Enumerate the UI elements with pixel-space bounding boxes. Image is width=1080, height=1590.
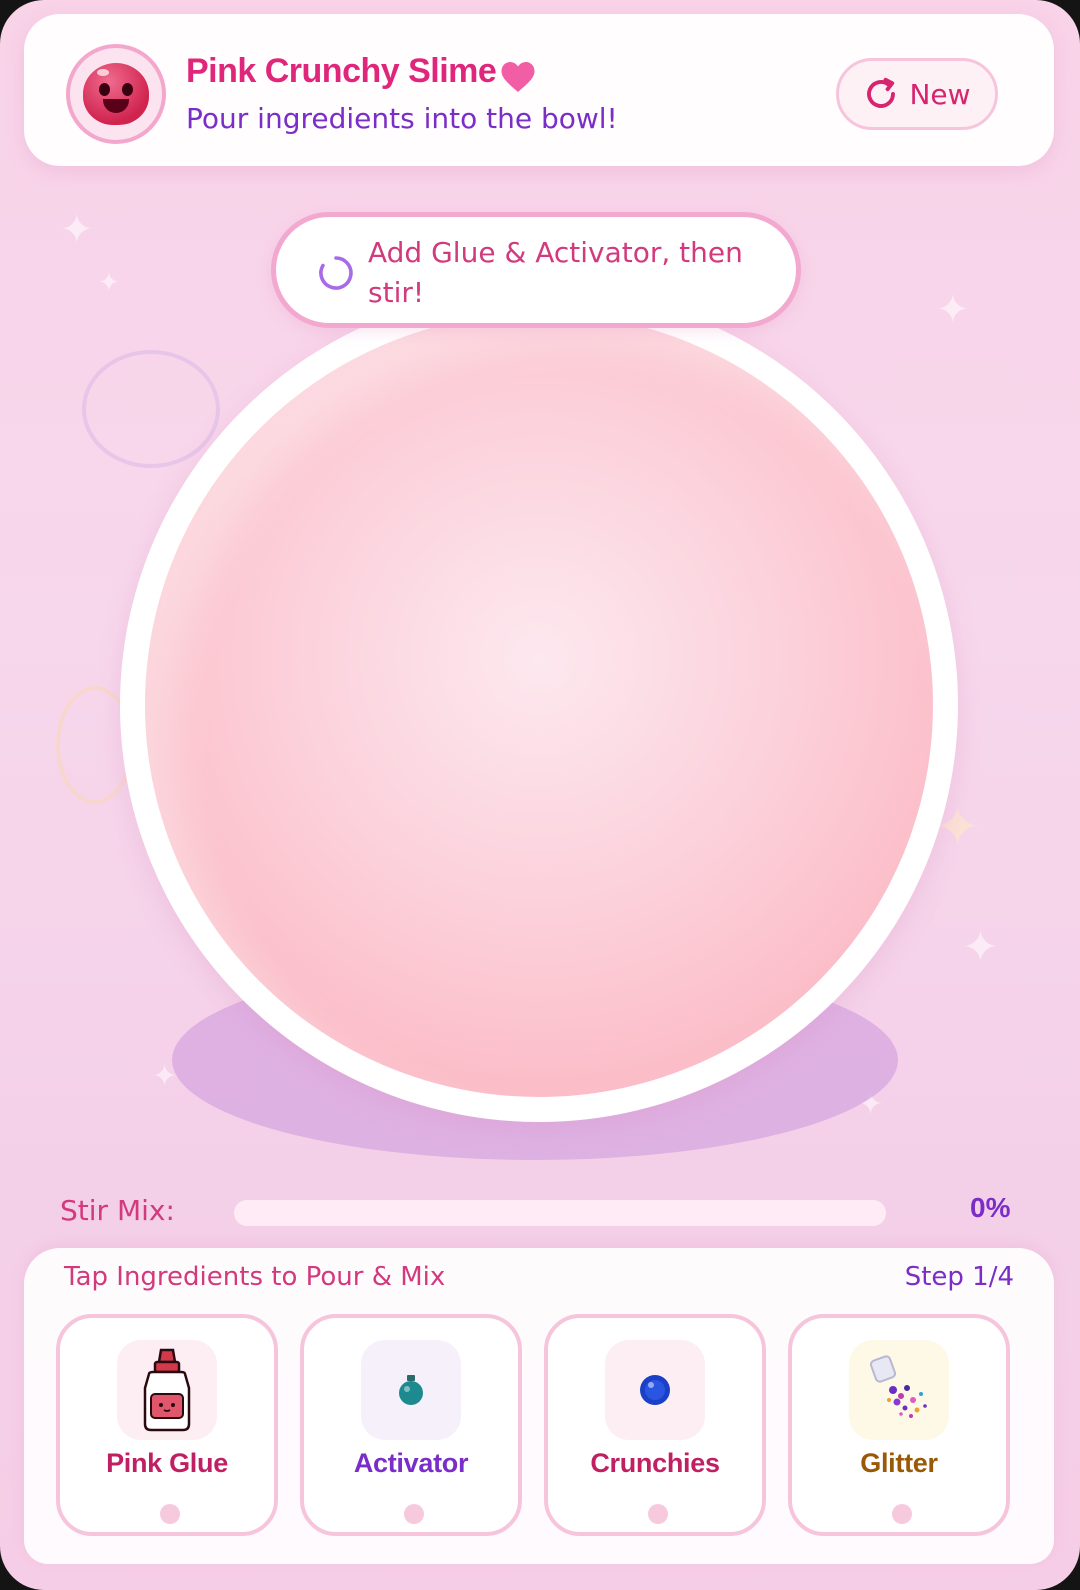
instruction-subtitle: Pour ingredients into the bowl!	[186, 102, 618, 135]
header-card: Pink Crunchy Slime Pour ingredients into…	[24, 14, 1054, 166]
new-button-label: New	[909, 77, 971, 111]
ingredient-status-dot	[648, 1504, 668, 1524]
bowl-contents[interactable]	[145, 313, 933, 1097]
ingredient-status-dot	[160, 1504, 180, 1524]
ingredient-card-crunchies[interactable]: Crunchies	[544, 1314, 766, 1536]
step-indicator: Step 1/4	[904, 1262, 1014, 1292]
hint-banner: Add Glue & Activator, then stir!	[271, 212, 801, 328]
ingredient-card-pink-glue[interactable]: Pink Glue	[56, 1314, 278, 1536]
slime-face-icon	[83, 63, 149, 125]
glue-bottle-icon	[143, 1348, 191, 1432]
ingredient-label: Crunchies	[590, 1448, 720, 1478]
new-recipe-button[interactable]: New	[836, 58, 998, 130]
ingredient-icon-box	[117, 1340, 217, 1440]
ingredient-icon-box	[605, 1340, 705, 1440]
recipe-title: Pink Crunchy Slime	[186, 52, 497, 90]
ingredients-panel: Tap Ingredients to Pour & Mix Step 1/4 P…	[24, 1248, 1054, 1564]
ingredient-card-activator[interactable]: Activator	[300, 1314, 522, 1536]
ingredient-status-dot	[892, 1504, 912, 1524]
spinner-icon	[319, 256, 353, 290]
heart-outline-icon	[82, 350, 220, 468]
panel-title: Tap Ingredients to Pour & Mix	[64, 1262, 446, 1292]
ingredient-label: Activator	[353, 1448, 469, 1478]
sparkle-icon: ✦	[60, 207, 94, 253]
hint-text: Add Glue & Activator, then stir!	[368, 236, 743, 309]
heart-icon	[501, 62, 535, 92]
glitter-jar-icon	[869, 1355, 927, 1418]
ingredient-status-dot	[404, 1504, 424, 1524]
ingredient-icon-box	[361, 1340, 461, 1440]
sparkle-icon: ✦	[98, 268, 120, 298]
stir-progress-bar	[234, 1200, 886, 1226]
stir-percent: 0%	[970, 1192, 1011, 1223]
ingredient-icon-box	[849, 1340, 949, 1440]
ingredient-label: Glitter	[860, 1448, 938, 1478]
stir-mix-label: Stir Mix:	[60, 1194, 175, 1227]
potion-bottle-icon	[399, 1375, 423, 1405]
refresh-icon	[867, 77, 896, 108]
sparkle-icon: ✦	[936, 287, 970, 333]
app-screen: ✦ ✦ ✦ ✦ ✦ ✦ ✦ Pink Crunchy Slime Pour in…	[0, 0, 1080, 1590]
slime-avatar	[66, 44, 166, 144]
sparkle-icon: ✦	[962, 922, 999, 973]
blue-bead-icon	[640, 1375, 670, 1405]
ingredient-card-glitter[interactable]: Glitter	[788, 1314, 1010, 1536]
ingredient-label: Pink Glue	[106, 1448, 228, 1478]
